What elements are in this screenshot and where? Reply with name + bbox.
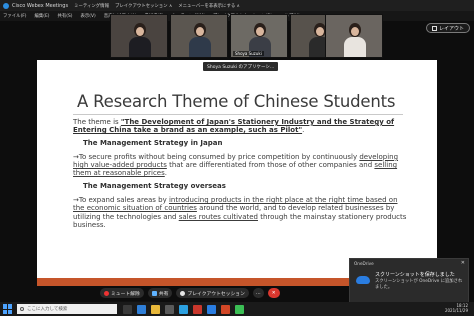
close-icon[interactable]: ✕	[461, 260, 465, 266]
grid-layout-icon	[431, 25, 437, 31]
windows-start-icon[interactable]	[3, 304, 13, 314]
japan-text-c: .	[164, 169, 167, 178]
japan-paragraph: →To secure profits without being consume…	[73, 153, 409, 178]
participant-name-tag: Shoya Suzuki	[233, 51, 264, 56]
sharing-indicator[interactable]: Shoya Suzuki のアプリケーシ...	[203, 62, 279, 71]
layout-button[interactable]: レイアウト	[425, 23, 470, 33]
participant-video[interactable]	[170, 14, 228, 58]
file-explorer-icon[interactable]	[151, 304, 160, 314]
theme-text: "The Development of Japan's Stationery I…	[73, 118, 395, 135]
breakout-button[interactable]: ブレイクアウトセッション	[176, 288, 249, 298]
onedrive-notification[interactable]: OneDrive ✕ スクリーンショットを保存しました スクリーンショットが O…	[349, 258, 469, 304]
more-options-button[interactable]: …	[252, 288, 264, 298]
overseas-text-a: →To expand sales areas by	[73, 196, 169, 205]
taskbar-search[interactable]: ここに入力して検索	[17, 304, 117, 314]
share-label: 共有	[158, 291, 169, 297]
notification-body: スクリーンショットが OneDrive に追加されました。	[375, 279, 463, 290]
search-placeholder: ここに入力して検索	[27, 307, 68, 312]
clock-date: 2021/11/29	[444, 308, 468, 313]
title-bar: Cisco Webex Meetings ミーティング情報 ブレイクアウトセッシ…	[0, 0, 474, 11]
participant-figure	[344, 23, 366, 57]
unmute-button[interactable]: ミュート解除	[100, 288, 144, 298]
breakout-session-menu[interactable]: ブレイクアウトセッション ∧	[115, 3, 172, 9]
webex-taskbar-icon[interactable]	[235, 304, 244, 314]
cloud-icon	[356, 276, 370, 284]
participant-video[interactable]	[325, 14, 383, 58]
participant-figure	[249, 23, 271, 57]
taskbar: ここに入力して検索	[0, 302, 474, 316]
notification-app-name: OneDrive	[354, 261, 374, 266]
search-icon	[20, 307, 24, 311]
menu-view[interactable]: 表示(V)	[81, 13, 96, 19]
heading-overseas: The Management Strategy overseas	[83, 181, 226, 190]
end-meeting-button[interactable]: ✕	[267, 288, 280, 298]
breakout-icon	[180, 290, 186, 296]
menu-file[interactable]: ファイル(F)	[3, 13, 27, 19]
breakout-label: ブレイクアウトセッション	[187, 291, 245, 297]
participant-figure	[189, 23, 211, 57]
hide-menubar-button[interactable]: メニューバーを非表示にする ∧	[178, 3, 240, 9]
unmute-label: ミュート解除	[111, 291, 140, 297]
theme-prefix: The theme is	[73, 118, 121, 126]
share-icon	[151, 290, 157, 296]
webex-logo-icon	[3, 2, 9, 9]
title-divider	[73, 114, 403, 115]
participant-video-active[interactable]: Shoya Suzuki	[230, 14, 288, 58]
task-view-icon[interactable]	[123, 304, 132, 314]
theme-suffix: .	[302, 126, 305, 135]
system-clock[interactable]: 18:12 2021/11/29	[445, 303, 468, 313]
notification-title: スクリーンショットを保存しました	[375, 272, 455, 278]
shared-slide: A Research Theme of Chinese Students The…	[37, 60, 437, 286]
word-icon[interactable]	[207, 304, 216, 314]
japan-text-b: that are differentiated from those of ot…	[166, 161, 375, 170]
powerpoint-icon[interactable]	[221, 304, 230, 314]
meeting-controls: ミュート解除 ビデオの開始 共有 ブレイクアウトセッション … ✕	[100, 287, 284, 311]
office-icon[interactable]	[193, 304, 202, 314]
menu-edit[interactable]: 編集(E)	[35, 13, 50, 19]
overseas-paragraph: →To expand sales areas by introducing pr…	[73, 196, 409, 229]
slide-body: The theme is "The Development of Japan's…	[73, 118, 409, 229]
mail-icon[interactable]	[179, 304, 188, 314]
menu-share[interactable]: 共有(S)	[58, 13, 73, 19]
microphone-muted-icon	[104, 290, 109, 296]
share-button[interactable]: 共有	[147, 288, 173, 298]
layout-button-label: レイアウト	[438, 25, 464, 32]
participant-figure	[129, 23, 151, 57]
meeting-info-button[interactable]: ミーティング情報	[74, 3, 109, 9]
japan-text-a: →To secure profits without being consume…	[73, 152, 360, 161]
participant-video[interactable]	[110, 14, 168, 58]
overseas-underlined-2: sales routes cultivated	[178, 212, 258, 221]
app-title: Cisco Webex Meetings	[12, 2, 69, 9]
heading-japan: The Management Strategy in Japan	[83, 138, 223, 147]
edge-icon[interactable]	[137, 304, 146, 314]
store-icon[interactable]	[165, 304, 174, 314]
screen: Cisco Webex Meetings ミーティング情報 ブレイクアウトセッシ…	[0, 0, 474, 316]
theme-paragraph: The theme is "The Development of Japan's…	[73, 118, 409, 135]
slide-title: A Research Theme of Chinese Students	[77, 92, 396, 111]
